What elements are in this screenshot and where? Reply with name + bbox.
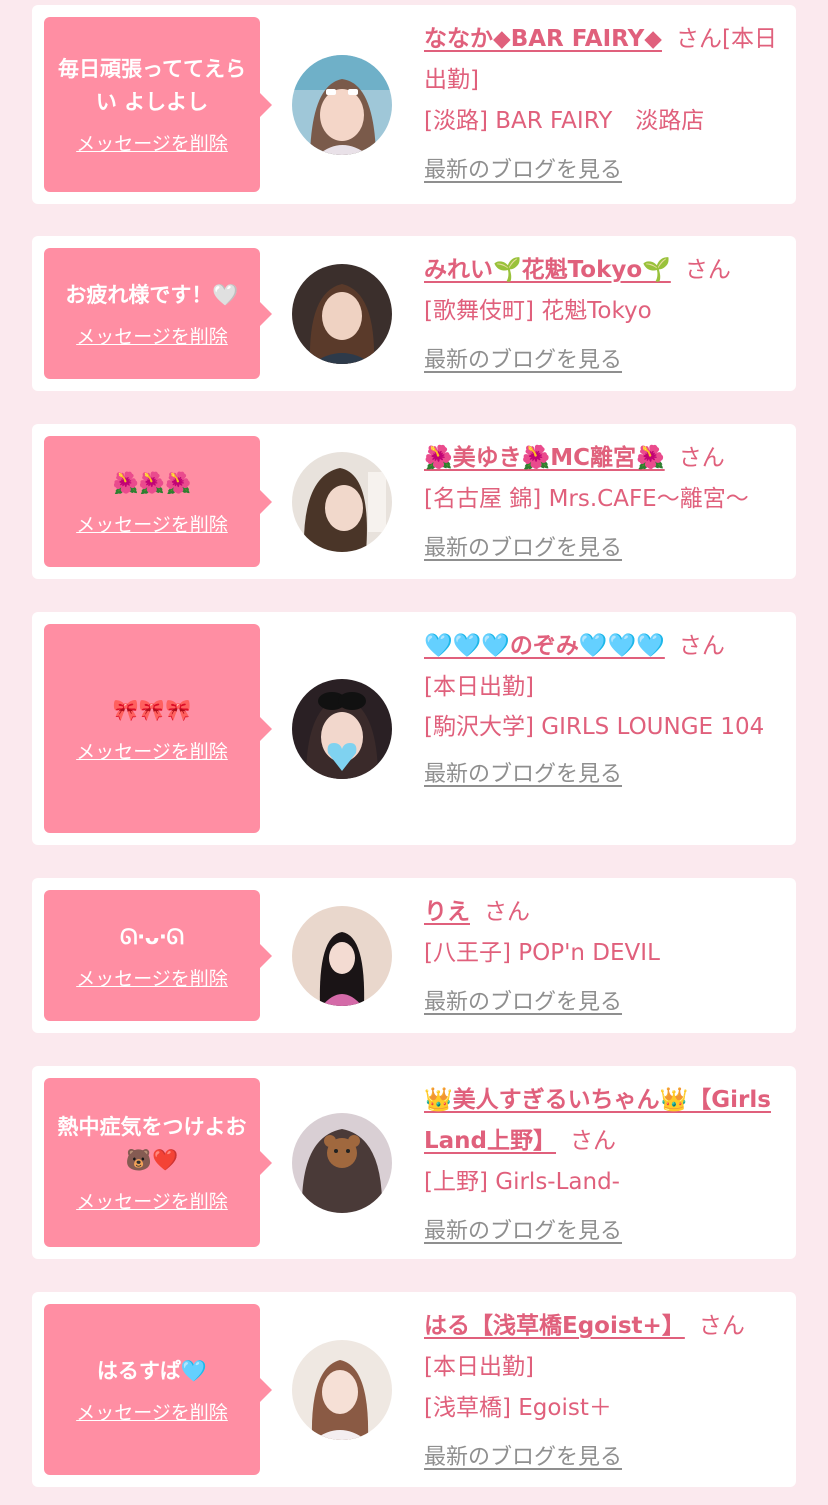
area-shop: [上野] Girls-Land- [424, 1169, 620, 1195]
delete-message-link[interactable]: メッセージを削除 [76, 737, 228, 764]
message-bubble: ᘏ‧ᴗ‧ᘏ メッセージを削除 [44, 890, 272, 1021]
delete-message-link[interactable]: メッセージを削除 [76, 322, 228, 349]
message-card: 🎀🎀🎀 メッセージを削除 🩵🩵🩵のぞみ🩵🩵🩵 さん [本日出勤] [駒沢大学] G… [32, 612, 796, 845]
message-bubble: はるすぱ🩵 メッセージを削除 [44, 1304, 272, 1475]
avatar[interactable] [292, 1339, 392, 1440]
message-card: お疲れ様です！🤍 メッセージを削除 みれい🌱花魁Tokyo🌱 さん [歌舞伎町] … [32, 236, 796, 391]
cast-info: はる【浅草橋Egoist+】 さん [本日出勤] [浅草橋] Egoist＋ 最新… [424, 1306, 784, 1478]
cast-name-link[interactable]: 🩵🩵🩵のぞみ🩵🩵🩵 [424, 633, 665, 659]
message-text: 熱中症気をつけよお🐻❤️ [57, 1115, 247, 1172]
delete-message-link[interactable]: メッセージを削除 [76, 510, 228, 537]
message-text: ᘏ‧ᴗ‧ᘏ [120, 924, 184, 949]
blog-link[interactable]: 最新のブログを見る [424, 1211, 622, 1252]
area-shop: [名古屋 錦] Mrs.CAFE～離宮～ [424, 486, 749, 512]
area-shop: [駒沢大学] GIRLS LOUNGE 104 [424, 714, 765, 740]
status-text: [本日出勤] [424, 1354, 534, 1380]
honorific: さん [698, 1313, 745, 1339]
cast-info: 🌺美ゆき🌺MC離宮🌺 さん [名古屋 錦] Mrs.CAFE～離宮～ 最新のブログ… [424, 438, 784, 569]
blog-link[interactable]: 最新のブログを見る [424, 1437, 622, 1478]
honorific: さん [570, 1128, 617, 1154]
message-card: 熱中症気をつけよお🐻❤️ メッセージを削除 👑美人すぎるいちゃん👑【Girls … [32, 1066, 796, 1259]
cast-info: 👑美人すぎるいちゃん👑【Girls Land上野】 さん [上野] Girls-L… [424, 1080, 784, 1252]
cast-info: ななか◆BAR FAIRY◆ さん[本日出勤] [淡路] BAR FAIRY 淡路… [424, 19, 784, 191]
message-card: 🌺🌺🌺 メッセージを削除 🌺美ゆき🌺MC離宮🌺 さん [名古屋 錦] Mrs.CA… [32, 424, 796, 579]
message-card: 毎日頑張っててえらい よしよし メッセージを削除 ななか◆BAR FAIRY◆ さ… [32, 5, 796, 204]
message-text: お疲れ様です！🤍 [65, 282, 239, 307]
avatar[interactable] [292, 263, 392, 364]
message-bubble: 熱中症気をつけよお🐻❤️ メッセージを削除 [44, 1078, 272, 1247]
message-list: 毎日頑張っててえらい よしよし メッセージを削除 ななか◆BAR FAIRY◆ さ… [0, 0, 828, 1505]
message-text: はるすぱ🩵 [96, 1358, 208, 1383]
cast-name-link[interactable]: はる【浅草橋Egoist+】 [424, 1313, 685, 1339]
area-shop: [淡路] BAR FAIRY 淡路店 [424, 108, 705, 134]
delete-message-link[interactable]: メッセージを削除 [76, 964, 228, 991]
area-shop: [八王子] POP'n DEVIL [424, 940, 660, 966]
cast-name-link[interactable]: みれい🌱花魁Tokyo🌱 [424, 257, 671, 283]
cast-info: みれい🌱花魁Tokyo🌱 さん [歌舞伎町] 花魁Tokyo 最新のブログを見る [424, 250, 784, 381]
message-text: 毎日頑張っててえらい よしよし [58, 57, 246, 114]
blog-link[interactable]: 最新のブログを見る [424, 150, 622, 191]
avatar[interactable] [292, 54, 392, 155]
message-bubble: お疲れ様です！🤍 メッセージを削除 [44, 248, 272, 379]
message-bubble: 🎀🎀🎀 メッセージを削除 [44, 624, 272, 833]
cast-name-link[interactable]: りえ [424, 899, 470, 925]
message-card: はるすぱ🩵 メッセージを削除 はる【浅草橋Egoist+】 さん [本日出勤] [… [32, 1292, 796, 1487]
message-text: 🎀🎀🎀 [112, 697, 192, 722]
avatar[interactable] [292, 905, 392, 1006]
message-bubble: 毎日頑張っててえらい よしよし メッセージを削除 [44, 17, 272, 192]
cast-info: 🩵🩵🩵のぞみ🩵🩵🩵 さん [本日出勤] [駒沢大学] GIRLS LOUNGE 1… [424, 626, 784, 795]
delete-message-link[interactable]: メッセージを削除 [76, 1187, 228, 1214]
area-shop: [浅草橋] Egoist＋ [424, 1395, 612, 1421]
message-bubble: 🌺🌺🌺 メッセージを削除 [44, 436, 272, 567]
area-shop: [歌舞伎町] 花魁Tokyo [424, 298, 652, 324]
avatar[interactable] [292, 678, 392, 779]
cast-name-link[interactable]: ななか◆BAR FAIRY◆ [424, 26, 662, 52]
honorific: さん [675, 26, 722, 52]
delete-message-link[interactable]: メッセージを削除 [76, 129, 228, 156]
avatar[interactable] [292, 451, 392, 552]
delete-message-link[interactable]: メッセージを削除 [76, 1398, 228, 1425]
message-card: ᘏ‧ᴗ‧ᘏ メッセージを削除 りえ さん [八王子] POP'n DEVIL 最新… [32, 878, 796, 1033]
blog-link[interactable]: 最新のブログを見る [424, 528, 622, 569]
honorific: さん [678, 445, 725, 471]
blog-link[interactable]: 最新のブログを見る [424, 754, 622, 795]
honorific: さん [678, 633, 725, 659]
cast-name-link[interactable]: 🌺美ゆき🌺MC離宮🌺 [424, 445, 665, 471]
avatar[interactable] [292, 1112, 392, 1213]
cast-info: りえ さん [八王子] POP'n DEVIL 最新のブログを見る [424, 892, 784, 1023]
blog-link[interactable]: 最新のブログを見る [424, 340, 622, 381]
message-text: 🌺🌺🌺 [112, 470, 192, 495]
honorific: さん [484, 899, 530, 925]
blog-link[interactable]: 最新のブログを見る [424, 982, 622, 1023]
honorific: さん [684, 257, 731, 283]
status-text: [本日出勤] [424, 674, 534, 700]
